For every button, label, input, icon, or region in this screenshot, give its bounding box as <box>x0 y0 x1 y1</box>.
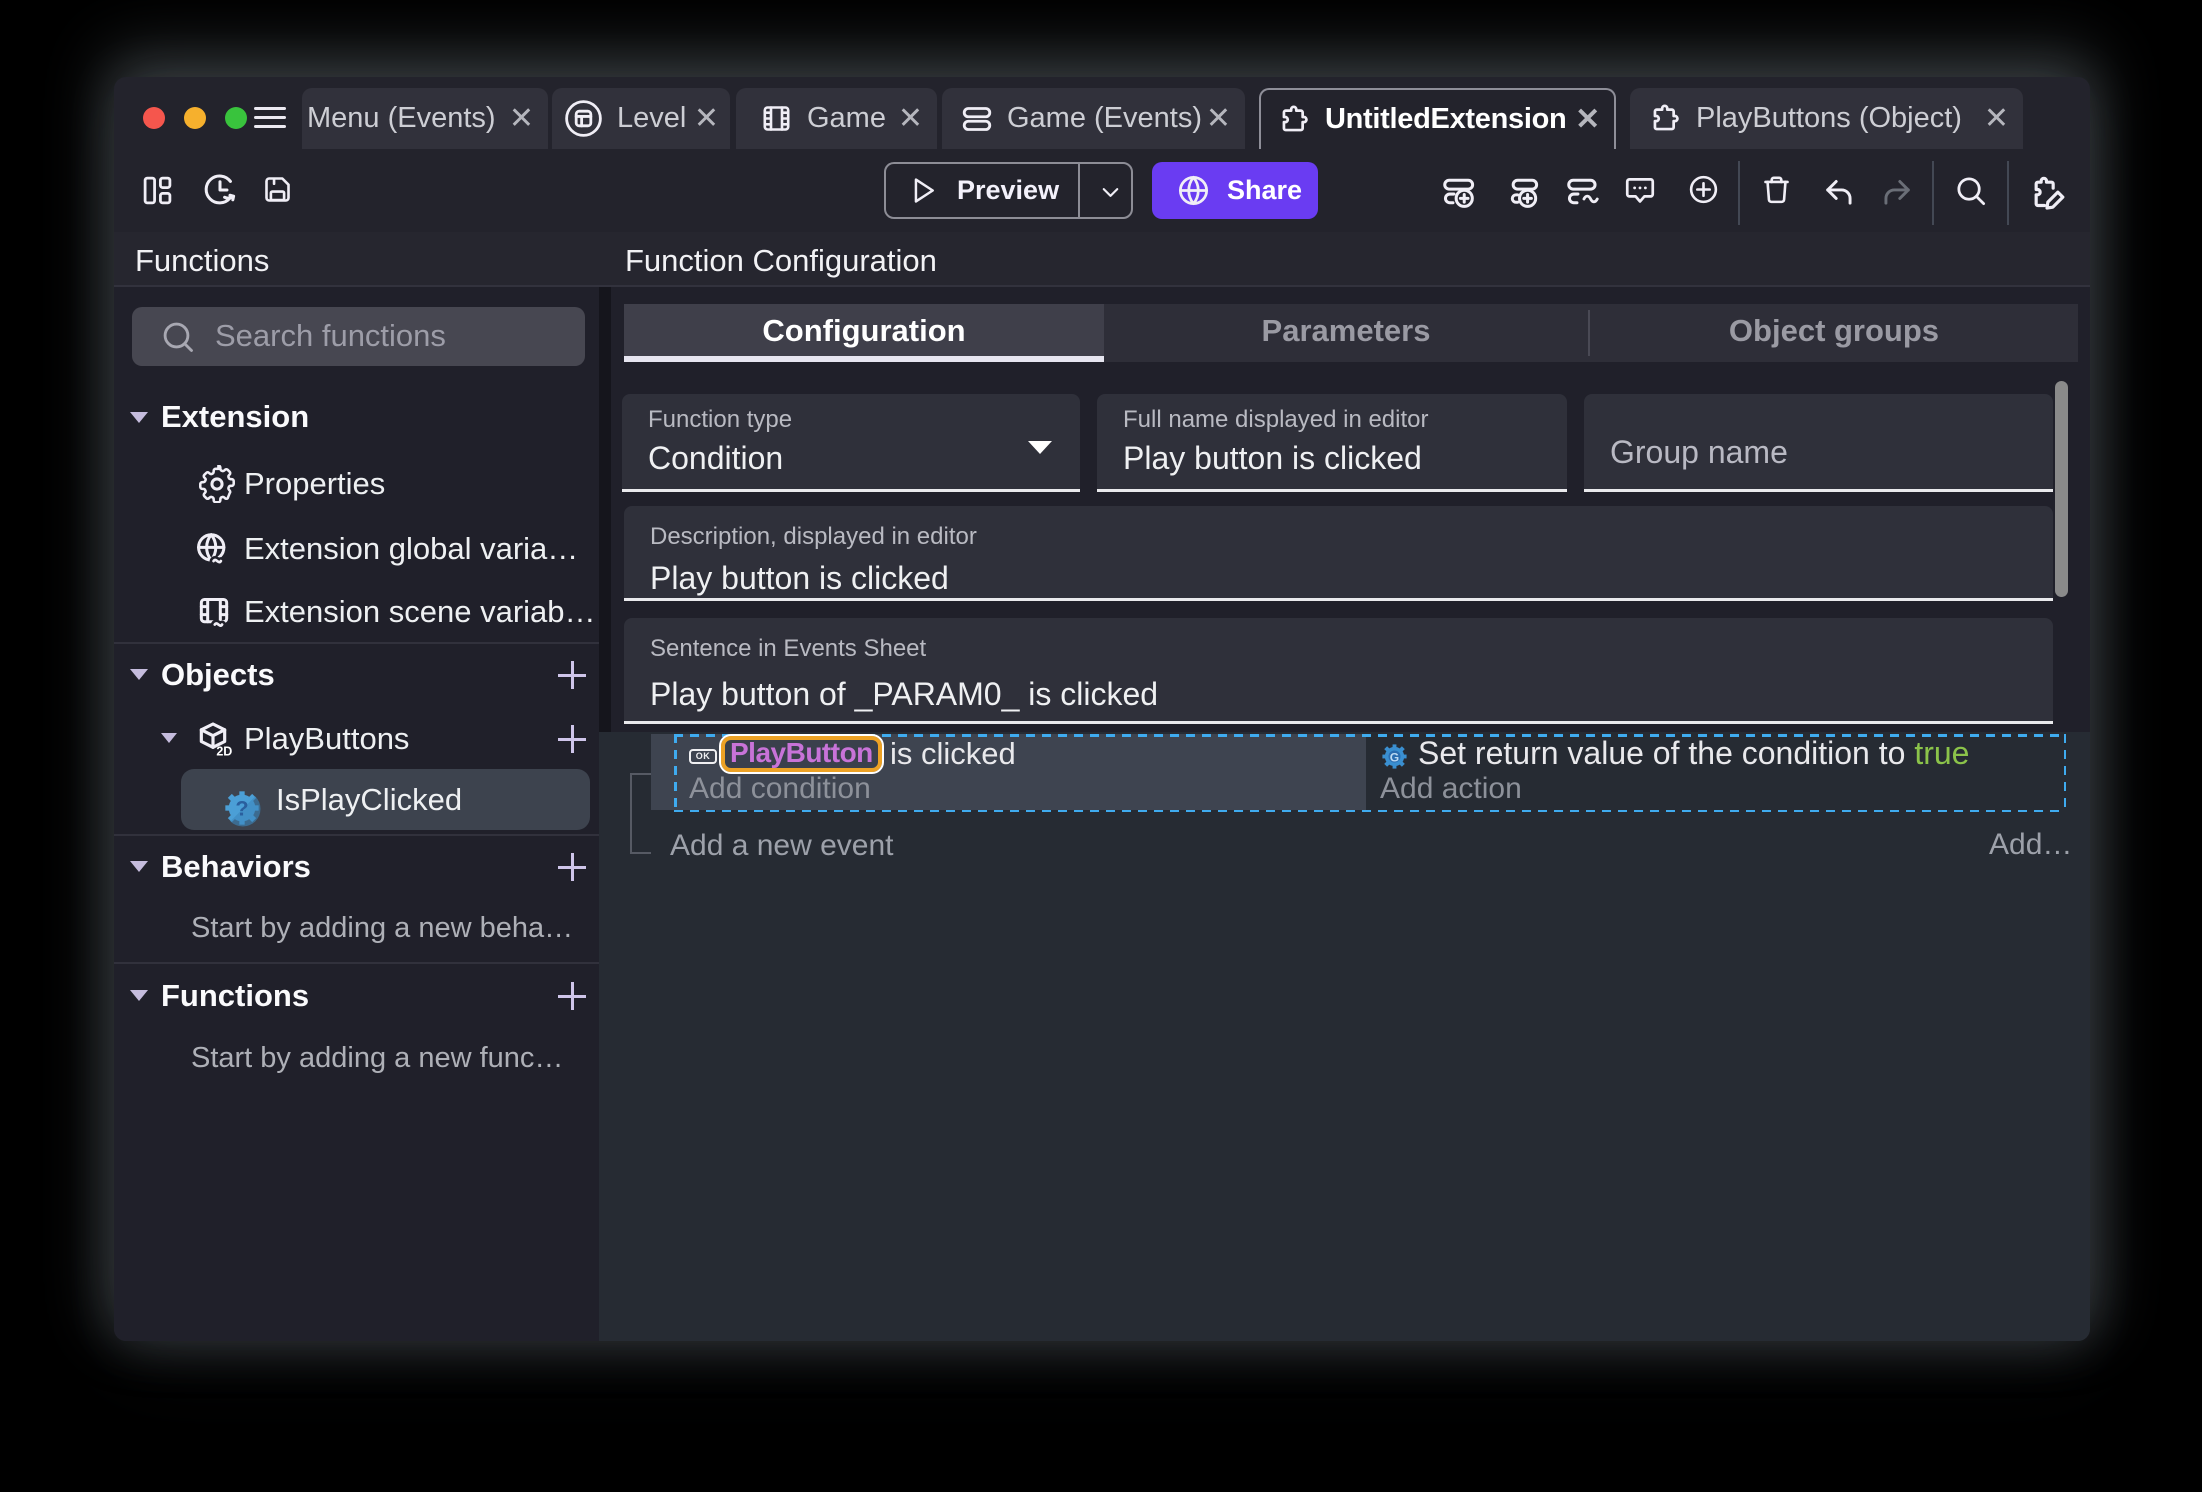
svg-text:G: G <box>1390 750 1399 764</box>
svg-text:?: ? <box>235 796 248 821</box>
svg-text:2D: 2D <box>216 745 232 759</box>
